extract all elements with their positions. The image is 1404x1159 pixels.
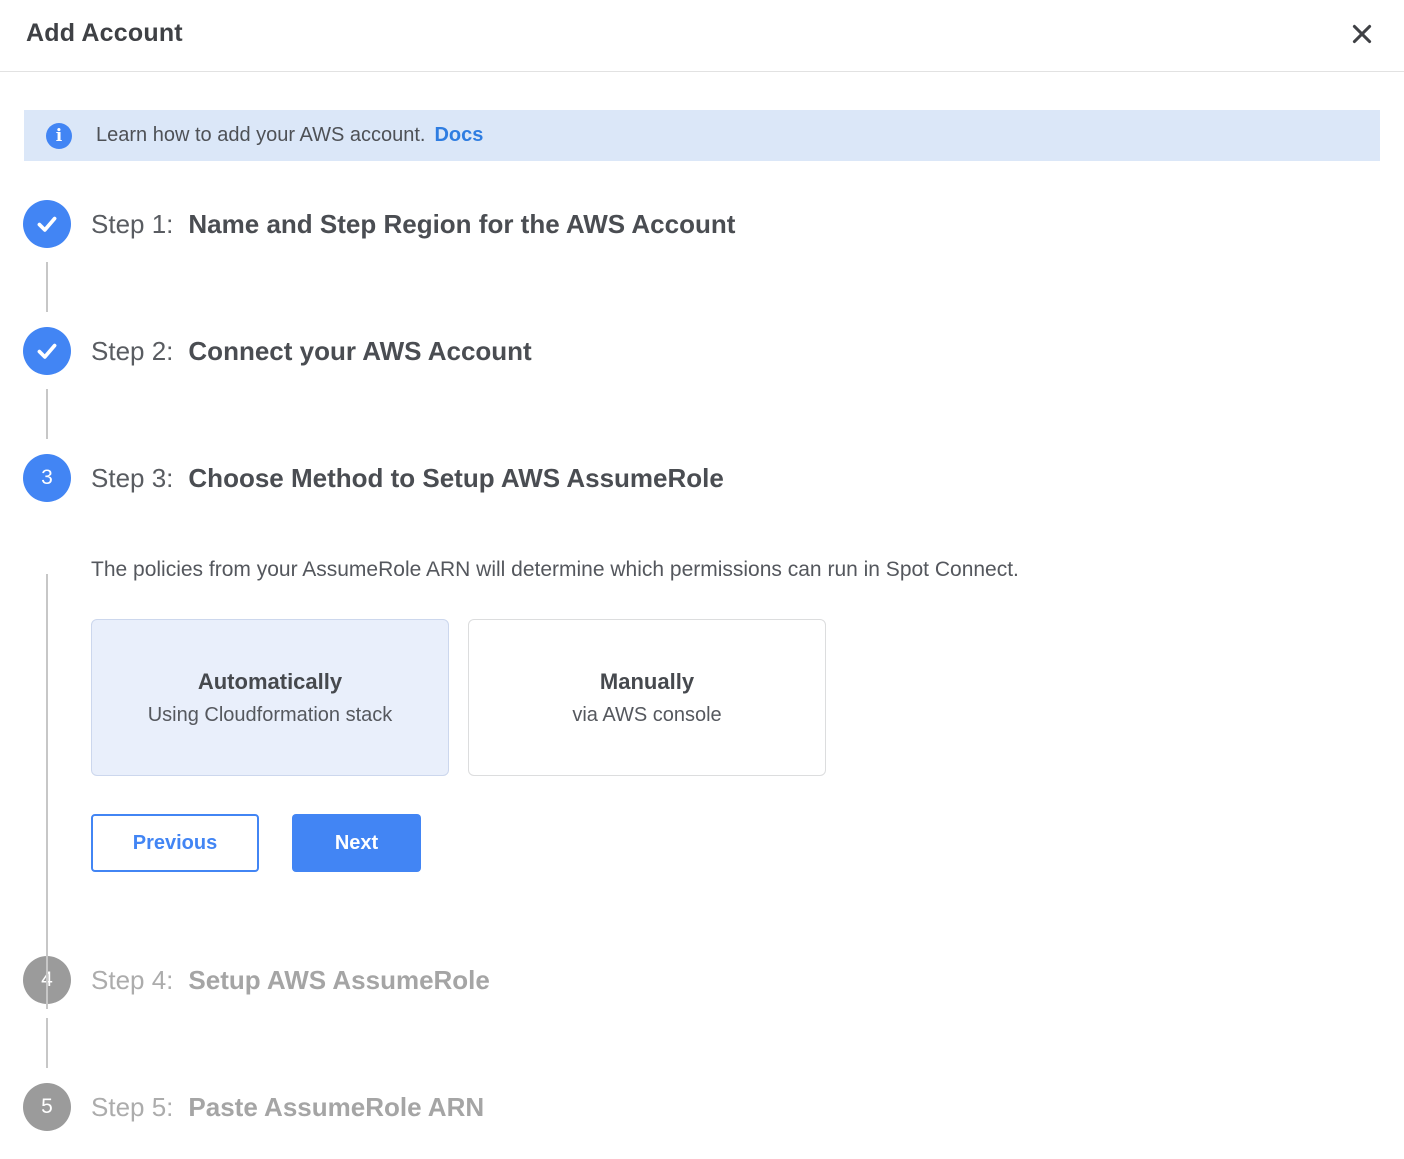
step-2-label: Step 2: Connect your AWS Account (91, 336, 532, 367)
docs-link[interactable]: Docs (434, 124, 483, 147)
step-number: 5 (41, 1095, 53, 1119)
step-3-number-circle: 3 (23, 454, 71, 502)
step-3-content-wrap: The policies from your AssumeRole ARN wi… (0, 558, 1404, 872)
check-icon (34, 211, 60, 237)
step-connector (46, 262, 48, 312)
add-account-modal: Add Account i Learn how to add your AWS … (0, 0, 1404, 1131)
step-title: Paste AssumeRole ARN (188, 1092, 484, 1122)
step-title: Choose Method to Setup AWS AssumeRole (188, 463, 723, 493)
step-2-complete-circle (23, 327, 71, 375)
step-3-description: The policies from your AssumeRole ARN wi… (91, 558, 1404, 582)
step-4-row: 4 Step 4:Setup AWS AssumeRole (23, 956, 1404, 1004)
step-1-complete-circle (23, 200, 71, 248)
step-5-number-circle: 5 (23, 1083, 71, 1131)
step-5-label: Step 5: Paste AssumeRole ARN (91, 1092, 484, 1123)
step-1-label: Step 1: Name and Step Region for the AWS … (91, 209, 735, 240)
step-prefix: Step 2: (91, 336, 173, 366)
step-3-row: 3 Step 3: Choose Method to Setup AWS Assu… (23, 454, 1404, 502)
banner-text: Learn how to add your AWS account. (96, 124, 425, 147)
option-subtitle: via AWS console (572, 704, 721, 727)
step-connector (46, 574, 48, 1009)
option-title: Manually (600, 669, 694, 695)
step-4-label: Step 4: Setup AWS AssumeRole (91, 965, 490, 996)
step-5-row: 5 Step 5: Paste AssumeRole ARN (23, 1083, 1404, 1131)
close-icon[interactable] (1344, 16, 1380, 52)
previous-button[interactable]: Previous (91, 814, 259, 872)
setup-method-options: Automatically Using Cloudformation stack… (91, 619, 1404, 776)
option-automatically[interactable]: Automatically Using Cloudformation stack (91, 619, 449, 776)
option-manually[interactable]: Manually via AWS console (468, 619, 826, 776)
step-1-row: Step 1: Name and Step Region for the AWS … (23, 200, 1404, 248)
page-title: Add Account (26, 19, 183, 48)
step-title: Name and Step Region for the AWS Account (188, 209, 735, 239)
step-prefix: Step 5: (91, 1092, 173, 1122)
info-icon: i (46, 123, 72, 149)
step-connector (46, 389, 48, 439)
step-number: 3 (41, 466, 53, 490)
step-title: Setup AWS AssumeRole (188, 965, 489, 995)
step-3-label: Step 3: Choose Method to Setup AWS Assume… (91, 463, 724, 494)
wizard-actions: Previous Next (91, 814, 1404, 872)
option-title: Automatically (198, 669, 342, 695)
step-title: Connect your AWS Account (188, 336, 531, 366)
step-connector (46, 1018, 48, 1068)
option-subtitle: Using Cloudformation stack (148, 704, 393, 727)
step-prefix: Step 1: (91, 209, 173, 239)
next-button[interactable]: Next (292, 814, 421, 872)
check-icon (34, 338, 60, 364)
step-prefix: Step 3: (91, 463, 173, 493)
info-banner: i Learn how to add your AWS account. Doc… (24, 110, 1380, 161)
step-prefix: Step 4: (91, 965, 173, 995)
modal-header: Add Account (0, 0, 1404, 72)
step-2-row: Step 2: Connect your AWS Account (23, 327, 1404, 375)
